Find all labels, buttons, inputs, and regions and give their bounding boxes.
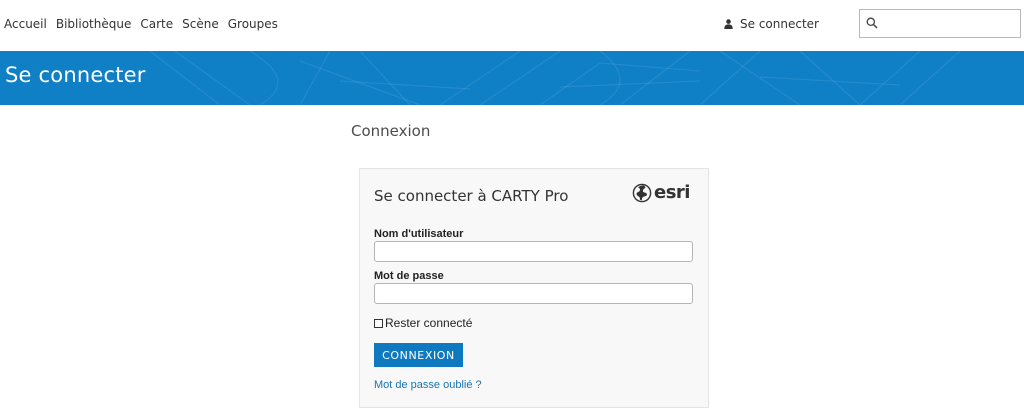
remember-me[interactable]: Rester connecté xyxy=(374,316,472,330)
esri-logo: esri xyxy=(632,182,690,203)
password-input[interactable] xyxy=(374,283,693,304)
nav-item-carte[interactable]: Carte xyxy=(140,17,173,31)
header-signin-link[interactable]: Se connecter xyxy=(724,17,819,31)
login-card-title: Se connecter à CARTY Pro xyxy=(374,187,569,205)
esri-logo-text: esri xyxy=(654,182,690,203)
header-signin-label: Se connecter xyxy=(740,17,819,31)
username-input[interactable] xyxy=(374,241,693,262)
login-button[interactable]: CONNEXION xyxy=(374,343,463,367)
page-title: Se connecter xyxy=(5,63,146,87)
banner-map-pattern xyxy=(149,51,961,105)
section-title: Connexion xyxy=(351,122,431,140)
search-box xyxy=(859,9,1021,38)
username-label: Nom d'utilisateur xyxy=(374,228,464,240)
main-nav: Accueil Bibliothèque Carte Scène Groupes xyxy=(4,17,287,31)
search-icon xyxy=(866,17,878,29)
nav-item-groupes[interactable]: Groupes xyxy=(228,17,278,31)
login-card: Se connecter à CARTY Pro esri Nom d'util… xyxy=(359,168,709,408)
nav-item-scene[interactable]: Scène xyxy=(182,17,219,31)
nav-item-bibliotheque[interactable]: Bibliothèque xyxy=(56,17,132,31)
search-input[interactable] xyxy=(882,12,1018,36)
user-icon xyxy=(724,19,733,29)
nav-item-accueil[interactable]: Accueil xyxy=(4,17,47,31)
password-label: Mot de passe xyxy=(374,270,444,282)
remember-me-label: Rester connecté xyxy=(385,316,473,330)
remember-me-checkbox[interactable] xyxy=(374,318,383,328)
globe-icon xyxy=(632,183,652,202)
page-banner: Se connecter xyxy=(0,51,1024,105)
top-navigation: Accueil Bibliothèque Carte Scène Groupes… xyxy=(0,0,1024,50)
forgot-password-link[interactable]: Mot de passe oublié ? xyxy=(374,379,482,391)
